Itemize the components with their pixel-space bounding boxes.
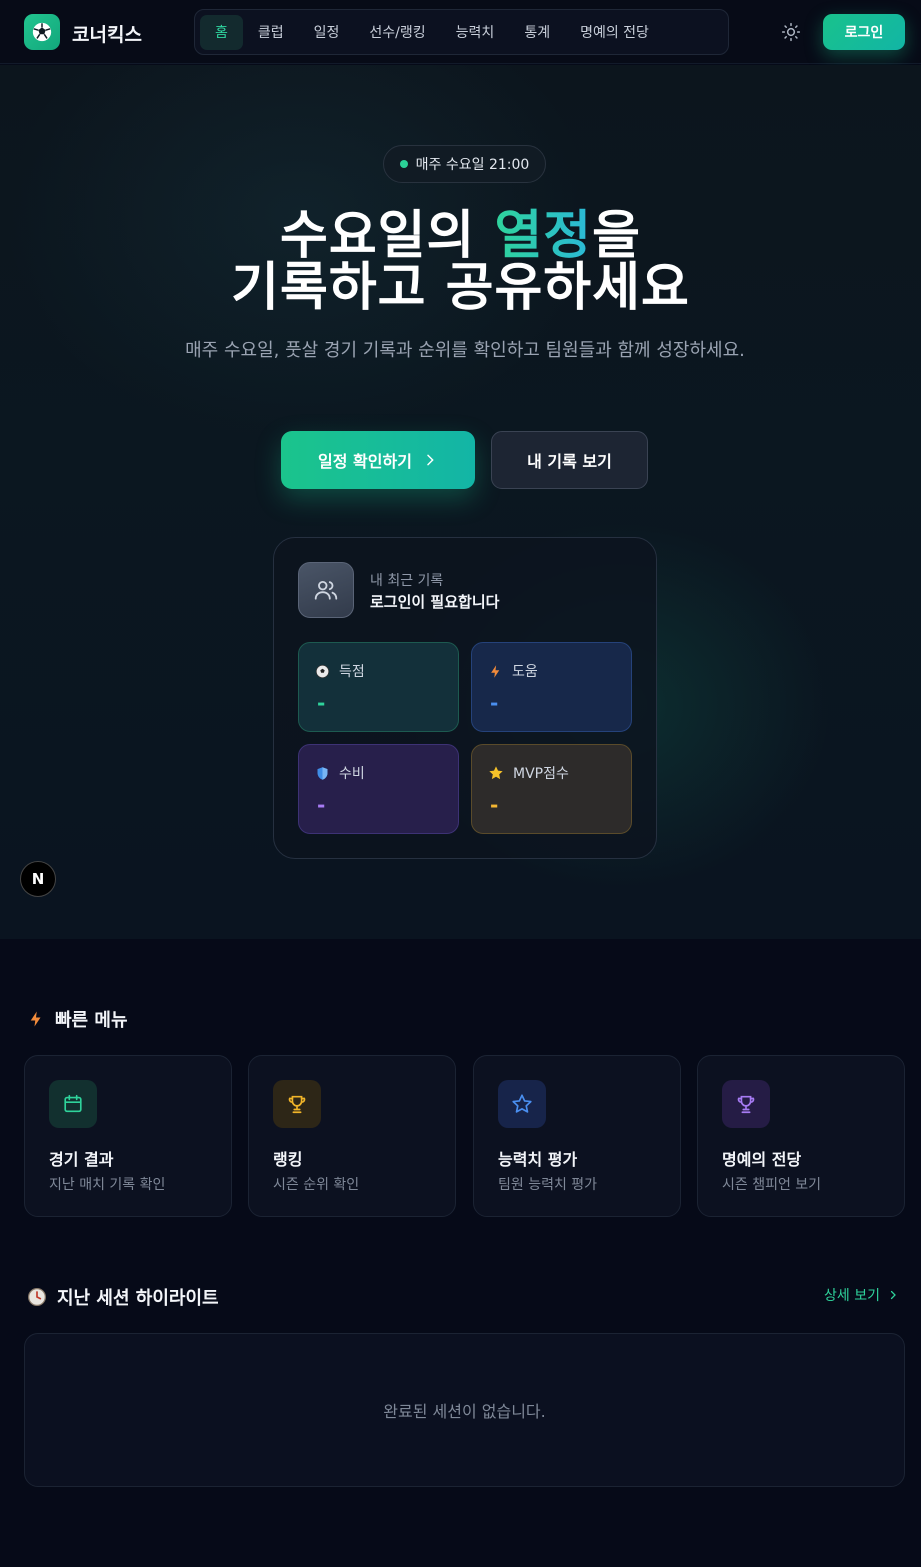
title-accent: 열정 <box>494 206 593 266</box>
trophy-icon <box>722 1080 770 1128</box>
stat-defense: 수비 - <box>298 744 459 834</box>
view-schedule-button[interactable]: 일정 확인하기 <box>281 431 475 489</box>
login-button[interactable]: 로그인 <box>823 14 905 50</box>
users-icon <box>298 562 354 618</box>
quick-card-desc: 지난 매치 기록 확인 <box>49 1177 166 1193</box>
star-icon <box>489 766 503 780</box>
record-status: 로그인이 필요합니다 <box>370 593 500 611</box>
stat-goals-value: - <box>317 691 326 715</box>
chevron-right-icon <box>890 1290 896 1300</box>
nav-item-abilities[interactable]: 능력치 <box>441 15 510 50</box>
main-nav: 홈 클럽 일정 선수/랭킹 능력치 통계 명예의 전당 <box>194 9 729 55</box>
quick-card-title: 명예의 전당 <box>722 1150 802 1169</box>
stat-goals: 득점 - <box>298 642 459 732</box>
quick-menu-title: 빠른 메뉴 <box>55 1010 128 1031</box>
quick-card-title: 랭킹 <box>273 1150 303 1169</box>
nav-item-hall-of-fame[interactable]: 명예의 전당 <box>565 15 664 50</box>
my-records-button[interactable]: 내 기록 보기 <box>491 431 648 489</box>
soccer-ball-icon[interactable] <box>24 14 60 50</box>
pill-text: 매주 수요일 21:00 <box>415 157 530 173</box>
stat-mvp: MVP점수 - <box>471 744 632 834</box>
record-label: 내 최근 기록 <box>370 573 444 589</box>
empty-state-text: 완료된 세션이 없습니다. <box>383 1402 546 1421</box>
title-line1-before: 수요일의 <box>280 206 495 266</box>
brand-name[interactable]: 코너킥스 <box>72 20 142 47</box>
stat-assists-value: - <box>490 691 499 715</box>
title-line1-after: 을 <box>592 206 641 266</box>
trophy-icon <box>273 1080 321 1128</box>
stat-assists-label: 도움 <box>512 664 538 680</box>
nav-item-club[interactable]: 클럽 <box>243 15 299 50</box>
highlights-empty-state: 완료된 세션이 없습니다. <box>24 1333 905 1487</box>
view-schedule-label: 일정 확인하기 <box>318 452 412 471</box>
schedule-pill: 매주 수요일 21:00 <box>383 145 546 183</box>
stat-goals-label: 득점 <box>339 664 365 680</box>
highlights-title: 지난 세션 하이라이트 <box>57 1288 219 1309</box>
view-details-label: 상세 보기 <box>824 1288 880 1304</box>
calendar-icon <box>49 1080 97 1128</box>
quick-menu-heading: 빠른 메뉴 <box>27 1006 128 1032</box>
quick-card-title: 능력치 평가 <box>498 1150 578 1169</box>
quick-card-title: 경기 결과 <box>49 1150 114 1169</box>
soccer-ball-icon <box>315 664 330 678</box>
stat-mvp-value: - <box>490 793 499 817</box>
shield-icon <box>317 766 328 780</box>
nav-item-schedule[interactable]: 일정 <box>299 15 355 50</box>
n-badge-button[interactable]: N <box>20 861 56 897</box>
quick-card-ability-eval[interactable]: 능력치 평가 팀원 능력치 평가 <box>473 1055 681 1217</box>
hero-subtitle: 매주 수요일, 풋살 경기 기록과 순위를 확인하고 팀원들과 함께 성장하세요… <box>185 340 745 361</box>
stat-assists: 도움 - <box>471 642 632 732</box>
title-line2: 기록하고 공유하세요 <box>231 258 690 318</box>
quick-card-ranking[interactable]: 랭킹 시즌 순위 확인 <box>248 1055 456 1217</box>
clock-icon <box>28 1288 46 1306</box>
stat-mvp-label: MVP점수 <box>513 766 569 782</box>
hero-section: 매주 수요일 21:00 수요일의 열정을 기록하고 공유하세요 매주 수요일,… <box>0 65 921 939</box>
stat-defense-label: 수비 <box>339 766 365 782</box>
star-icon <box>498 1080 546 1128</box>
nav-item-stats[interactable]: 통계 <box>509 15 565 50</box>
quick-card-desc: 팀원 능력치 평가 <box>498 1177 598 1193</box>
lightning-icon <box>30 1011 41 1027</box>
quick-card-match-results[interactable]: 경기 결과 지난 매치 기록 확인 <box>24 1055 232 1217</box>
recent-record-card: 내 최근 기록 로그인이 필요합니다 득점 - 도움 - 수비 - MVP점수 … <box>273 537 657 859</box>
quick-card-desc: 시즌 챔피언 보기 <box>722 1177 822 1193</box>
hero-title: 수요일의 열정을 기록하고 공유하세요 <box>0 210 921 314</box>
nav-item-home[interactable]: 홈 <box>200 14 243 50</box>
live-dot-icon <box>399 160 408 168</box>
nav-item-players-ranking[interactable]: 선수/랭킹 <box>354 15 440 50</box>
stat-defense-value: - <box>317 793 326 817</box>
top-header: 코너킥스 홈 클럽 일정 선수/랭킹 능력치 통계 명예의 전당 로그인 <box>0 0 921 64</box>
lightning-icon <box>491 664 500 678</box>
highlights-heading: 지난 세션 하이라이트 <box>27 1284 219 1310</box>
sun-icon[interactable] <box>779 20 803 44</box>
quick-card-hall-of-fame[interactable]: 명예의 전당 시즌 챔피언 보기 <box>697 1055 905 1217</box>
chevron-right-icon <box>427 454 434 466</box>
view-details-link[interactable]: 상세 보기 <box>824 1285 899 1305</box>
quick-card-desc: 시즌 순위 확인 <box>273 1177 360 1193</box>
